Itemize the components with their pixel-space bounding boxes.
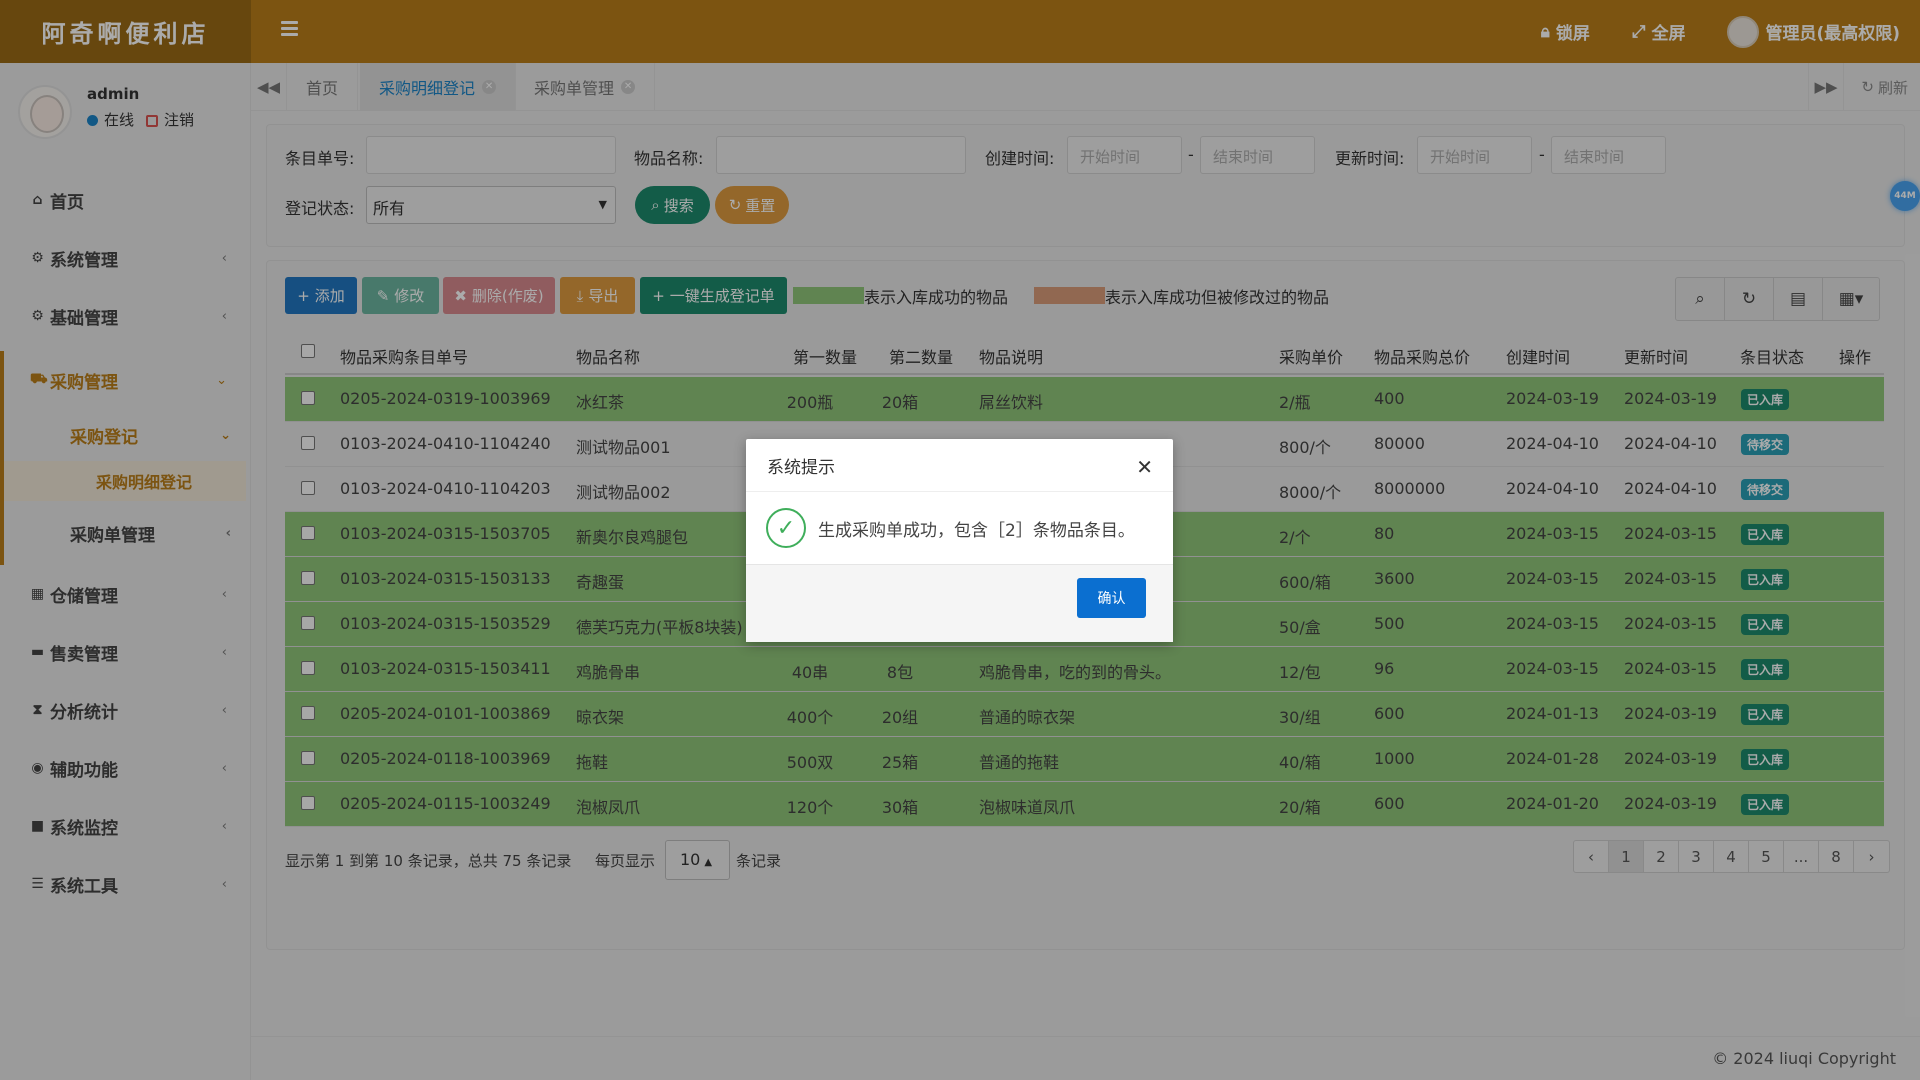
system-alert-dialog: 系统提示 ✕ ✓ 生成采购单成功，包含［2］条物品条目。 确认 [746, 439, 1173, 642]
close-icon[interactable]: ✕ [1136, 455, 1153, 479]
dialog-body: ✓ 生成采购单成功，包含［2］条物品条目。 [746, 492, 1173, 564]
dialog-message: 生成采购单成功，包含［2］条物品条目。 [818, 520, 1135, 541]
confirm-button[interactable]: 确认 [1077, 578, 1146, 618]
dialog-header: 系统提示 ✕ [746, 439, 1173, 492]
success-check-icon: ✓ [766, 508, 806, 548]
dialog-footer: 确认 [746, 564, 1173, 642]
dialog-title: 系统提示 [767, 457, 835, 478]
